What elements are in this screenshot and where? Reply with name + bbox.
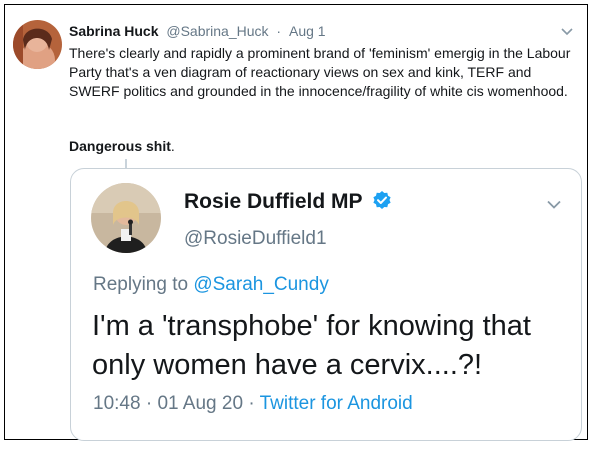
tweet-body: There's clearly and rapidly a prominent … xyxy=(69,44,579,101)
tweet-closing-punct: . xyxy=(170,138,175,154)
tweet-closing-bold: Dangerous shit xyxy=(69,138,171,154)
author-name[interactable]: Sabrina Huck xyxy=(69,23,158,39)
author-avatar[interactable] xyxy=(13,20,62,69)
tweet-closing-line: Dangerous shit. xyxy=(69,138,175,154)
user-avatar-icon xyxy=(91,183,161,253)
tweet-source-link[interactable]: Twitter for Android xyxy=(260,393,413,414)
verified-badge-icon xyxy=(373,191,391,210)
quoted-author-name-row[interactable]: Rosie Duffield MP xyxy=(184,190,392,214)
replying-prefix: Replying to xyxy=(93,274,194,295)
user-avatar-icon xyxy=(13,20,62,69)
chevron-down-icon[interactable] xyxy=(559,23,575,39)
quoted-author-avatar[interactable] xyxy=(91,183,161,253)
quoted-time[interactable]: 10:48 xyxy=(93,393,141,414)
quoted-tweet[interactable]: Rosie Duffield MP @RosieDuffield1 Replyi… xyxy=(70,168,582,441)
meta-separator: · xyxy=(276,23,282,39)
tweet-header: Sabrina Huck @Sabrina_Huck · Aug 1 xyxy=(69,23,326,39)
quoted-tweet-text: I'm a 'transphobe' for knowing that only… xyxy=(92,310,531,381)
tweet-text: There's clearly and rapidly a prominent … xyxy=(69,45,571,99)
meta-separator: · xyxy=(145,393,153,414)
author-handle[interactable]: @Sabrina_Huck xyxy=(166,23,268,39)
quoted-author-handle[interactable]: @RosieDuffield1 xyxy=(184,228,327,250)
quoted-author-name[interactable]: Rosie Duffield MP xyxy=(184,190,362,213)
meta-separator: · xyxy=(248,393,255,414)
chevron-down-icon[interactable] xyxy=(545,195,563,213)
quoted-date[interactable]: 01 Aug 20 xyxy=(157,393,243,414)
replying-mention-link[interactable]: @Sarah_Cundy xyxy=(193,274,328,295)
tweet-date[interactable]: Aug 1 xyxy=(289,23,326,39)
tweet-card[interactable]: Sabrina Huck @Sabrina_Huck · Aug 1 There… xyxy=(4,4,588,441)
quoted-tweet-meta: 10:48 · 01 Aug 20 · Twitter for Android xyxy=(93,393,413,415)
replying-to-line: Replying to @Sarah_Cundy xyxy=(93,274,329,296)
